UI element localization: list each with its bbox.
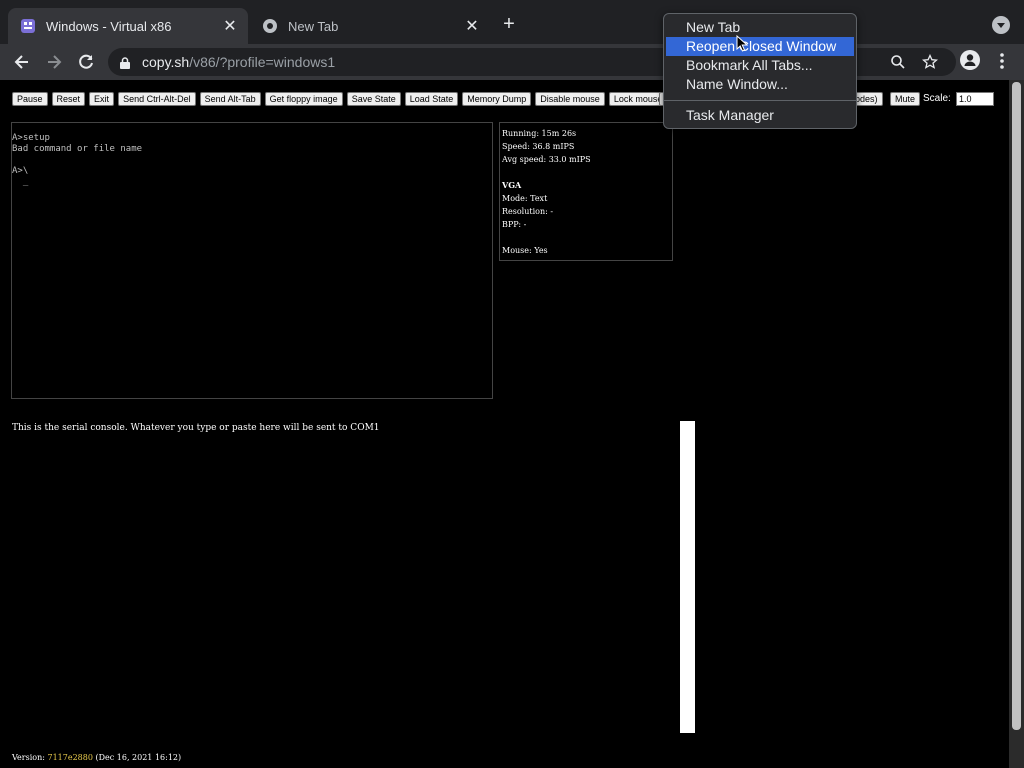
- reset-button[interactable]: Reset: [51, 92, 86, 106]
- version-hash-link[interactable]: 7117e2880: [47, 753, 92, 762]
- back-icon[interactable]: [8, 48, 36, 76]
- scale-input[interactable]: 1.0: [956, 92, 994, 106]
- vga-screen[interactable]: A>setup Bad command or file name A>\ _: [11, 122, 493, 399]
- tab-title: Windows - Virtual x86: [46, 18, 172, 34]
- page-scrollbar-thumb[interactable]: [1012, 82, 1021, 730]
- bookmark-star-icon[interactable]: [921, 53, 939, 70]
- tab-strip-context-menu: New Tab Reopen Closed Window Bookmark Al…: [663, 13, 857, 129]
- menu-item-name-window[interactable]: Name Window...: [666, 75, 854, 94]
- menu-item-task-manager[interactable]: Task Manager: [666, 106, 854, 125]
- forward-icon[interactable]: [40, 48, 68, 76]
- load-state-button[interactable]: Load State: [404, 92, 459, 106]
- lock-icon[interactable]: [120, 56, 130, 69]
- tab-new-tab[interactable]: New Tab ✕: [250, 8, 490, 44]
- serial-scrollbar[interactable]: [680, 421, 695, 733]
- send-ctrl-alt-del-button[interactable]: Send Ctrl-Alt-Del: [118, 92, 196, 106]
- profile-avatar-icon[interactable]: [960, 50, 980, 70]
- stat-bpp: BPP: -: [502, 220, 527, 229]
- zoom-search-icon[interactable]: [890, 54, 906, 70]
- stat-resolution: Resolution: -: [502, 207, 554, 216]
- v86-icon: [20, 18, 36, 34]
- kebab-menu-icon[interactable]: [994, 50, 1010, 72]
- reload-icon[interactable]: [72, 48, 100, 76]
- mute-button[interactable]: Mute: [890, 92, 921, 106]
- url-text: copy.sh/v86/?profile=windows1: [142, 54, 336, 70]
- serial-console-text: This is the serial console. Whatever you…: [12, 423, 380, 433]
- tab-windows-virtual-x86[interactable]: Windows - Virtual x86 ✕: [8, 8, 248, 44]
- scale-label: Scale:: [923, 93, 951, 104]
- disable-mouse-button[interactable]: Disable mouse: [535, 92, 605, 106]
- get-floppy-image-button[interactable]: Get floppy image: [264, 92, 343, 106]
- stat-mouse: Mouse: Yes: [502, 246, 548, 255]
- close-tab-icon[interactable]: ✕: [220, 16, 240, 36]
- stat-mode: Mode: Text: [502, 194, 548, 203]
- emulator-controls: Pause Reset Exit Send Ctrl-Alt-Del Send …: [12, 92, 668, 106]
- tab-title: New Tab: [288, 18, 339, 34]
- menu-separator: [664, 100, 856, 101]
- runtime-stats-panel: Running: 15m 26s Speed: 36.8 mIPS Avg sp…: [499, 122, 673, 261]
- menu-item-reopen-closed-window[interactable]: Reopen Closed Window: [666, 37, 854, 56]
- version-line: Version: 7117e2880 (Dec 16, 2021 16:12): [12, 753, 182, 762]
- mouse-pointer-icon: [736, 34, 749, 53]
- menu-item-new-tab[interactable]: New Tab: [666, 18, 854, 37]
- menu-item-bookmark-all-tabs[interactable]: Bookmark All Tabs...: [666, 56, 854, 75]
- serial-console[interactable]: This is the serial console. Whatever you…: [11, 421, 695, 733]
- memory-dump-button[interactable]: Memory Dump: [462, 92, 532, 106]
- save-state-button[interactable]: Save State: [346, 92, 401, 106]
- tab-strip: Windows - Virtual x86 ✕ New Tab ✕ +: [0, 0, 1024, 44]
- stat-vga-heading: VGA: [502, 180, 522, 190]
- stat-avg-speed: Avg speed: 33.0 mIPS: [502, 155, 591, 164]
- dos-screen-text: A>setup Bad command or file name A>\ _: [12, 133, 143, 187]
- stat-speed: Speed: 36.8 mIPS: [502, 142, 575, 151]
- browser-toolbar: copy.sh/v86/?profile=windows1: [0, 44, 1024, 80]
- new-tab-button[interactable]: +: [498, 12, 520, 36]
- close-tab-icon[interactable]: ✕: [462, 16, 482, 36]
- pause-button[interactable]: Pause: [12, 92, 48, 106]
- send-alt-tab-button[interactable]: Send Alt-Tab: [199, 92, 261, 106]
- page-content: Pause Reset Exit Send Ctrl-Alt-Del Send …: [0, 80, 1024, 768]
- tab-search-icon[interactable]: [992, 16, 1010, 34]
- page-scrollbar[interactable]: [1009, 80, 1024, 768]
- chrome-icon: [262, 18, 278, 34]
- stat-running: Running: 15m 26s: [502, 129, 577, 138]
- exit-button[interactable]: Exit: [89, 92, 115, 106]
